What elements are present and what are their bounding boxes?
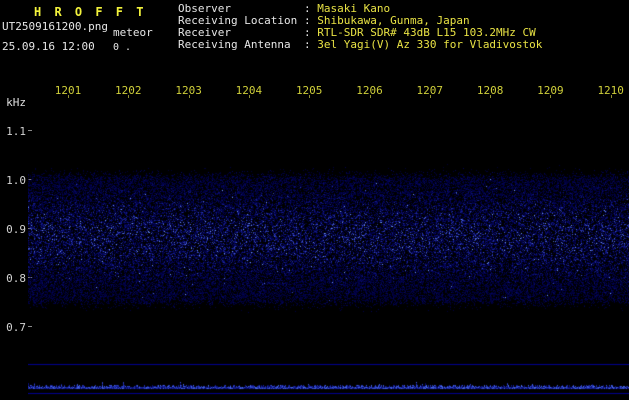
y-tick-label: 1.1: [6, 125, 26, 138]
info-row: Receiving Antenna: 3el Yagi(V) Az 330 fo…: [178, 39, 542, 51]
station-info: Observer: Masaki Kano Receiving Location…: [178, 0, 629, 56]
app-title: H R O F F T: [34, 5, 147, 19]
info-colon: :: [304, 38, 318, 51]
meteor-label: meteor: [113, 26, 153, 39]
meteor-count: 0 .: [113, 42, 132, 53]
output-filename: UT2509161200.png: [2, 20, 108, 33]
signal-level-strip-canvas: [28, 362, 629, 396]
y-tick-label: 0.9: [6, 223, 26, 236]
y-tick-label: 0.8: [6, 272, 26, 285]
spectrogram-canvas: [28, 95, 629, 363]
y-tick-label: 1.0: [6, 174, 26, 187]
info-value: 3el Yagi(V) Az 330 for Vladivostok: [317, 38, 543, 51]
hrofft-output: H R O F F T UT2509161200.png meteor 25.0…: [0, 0, 629, 400]
timestamp: 25.09.16 12:00: [2, 40, 95, 53]
y-tick-label: 0.7: [6, 321, 26, 334]
info-label: Receiving Antenna: [178, 38, 291, 51]
y-axis-unit: kHz: [6, 96, 26, 109]
